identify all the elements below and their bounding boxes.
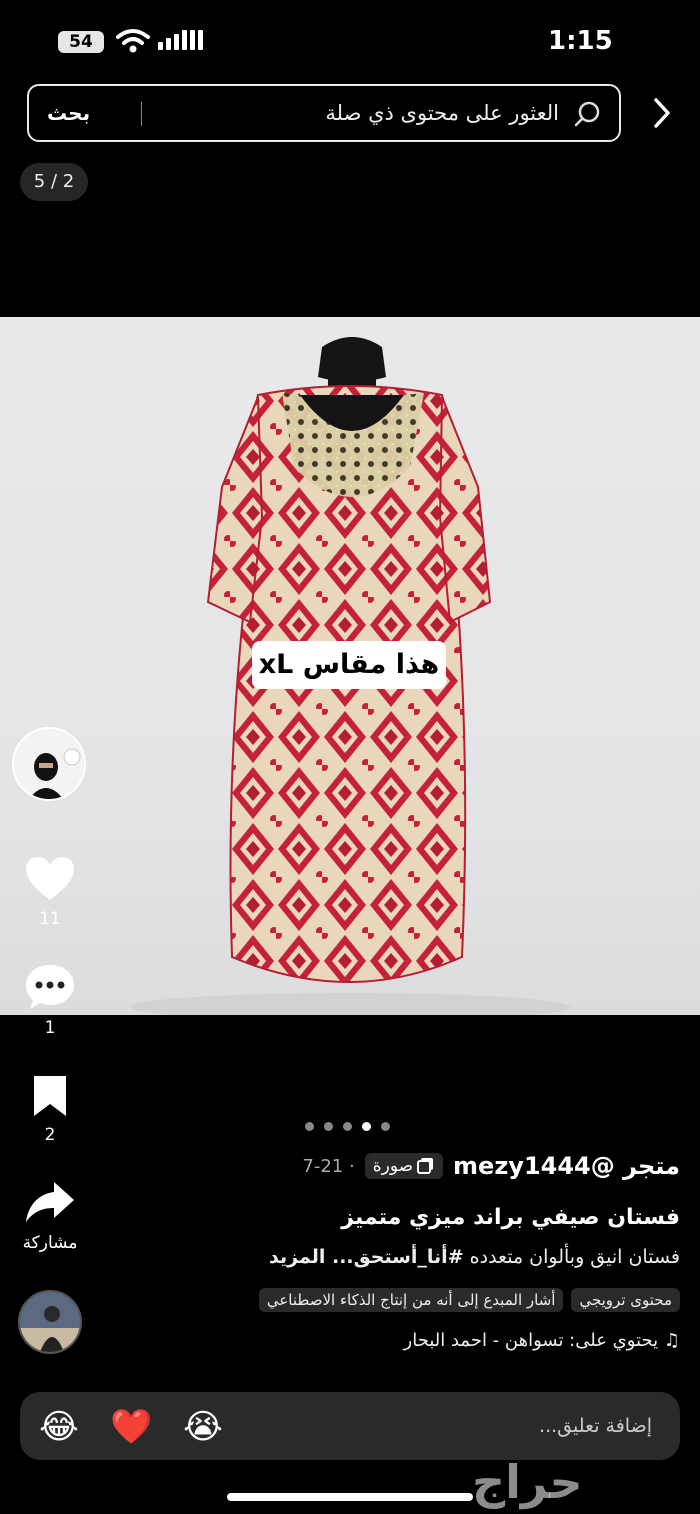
music-note-icon: ♫ [663, 1330, 680, 1351]
music-avatar-image [20, 1292, 80, 1352]
post-tags: محتوى ترويجي أشار المبدع إلى أنه من إنتا… [258, 1288, 680, 1312]
image-counter: 5 / 2 [20, 163, 88, 201]
bookmark-icon[interactable] [30, 1074, 70, 1118]
share-label: مشاركة [22, 1233, 78, 1253]
comment-bar[interactable]: إضافة تعليق... 😂 ❤️ 😭 [20, 1392, 680, 1460]
save-count: 2 [44, 1125, 56, 1145]
search-bar[interactable]: بحث العثور على محتوى ذي صلة [27, 84, 621, 142]
music-info[interactable]: ♫ يحتوي على: تسواهن - احمد البحار [404, 1330, 680, 1351]
heart-icon[interactable] [24, 856, 76, 902]
music-avatar[interactable] [18, 1290, 82, 1354]
more-link[interactable]: ... المزيد [269, 1246, 354, 1268]
post-date: · 7-21 [302, 1155, 355, 1177]
like-action[interactable]: 11 [0, 856, 100, 929]
cellular-signal-icon [158, 30, 203, 50]
hashtag[interactable]: #أنا_أستحق [354, 1246, 464, 1268]
home-indicator[interactable] [227, 1493, 473, 1501]
heart-emoji-icon[interactable]: ❤️ [110, 1406, 152, 1448]
crying-emoji-icon[interactable]: 😭 [182, 1406, 224, 1448]
share-arrow-icon[interactable] [24, 1180, 76, 1226]
description-text: فستان انيق وبألوان متعدده [463, 1246, 680, 1268]
promotional-tag[interactable]: محتوى ترويجي [571, 1288, 680, 1312]
wifi-icon [116, 29, 150, 53]
carousel-dots [305, 1122, 390, 1131]
watermark-logo: حراج [472, 1455, 583, 1509]
laughing-emoji-icon[interactable]: 😂 [38, 1406, 80, 1448]
battery-indicator: 54 [58, 31, 104, 53]
comment-bubble-icon[interactable] [24, 963, 76, 1011]
comment-action[interactable]: 1 [0, 963, 100, 1038]
post-header: متجر @mezy1444 صورة · 7-21 [302, 1152, 680, 1180]
search-divider [141, 102, 142, 126]
creator-avatar[interactable] [12, 727, 86, 801]
username[interactable]: متجر @mezy1444 [453, 1152, 680, 1180]
comment-input[interactable]: إضافة تعليق... [539, 1392, 652, 1460]
clock: 1:15 [548, 26, 613, 56]
content-type-label: صورة [372, 1156, 414, 1176]
search-icon [574, 101, 600, 127]
like-count: 11 [39, 909, 61, 929]
save-action[interactable]: 2 [0, 1074, 100, 1145]
status-bar: 54 1:15 [0, 0, 700, 80]
comment-count: 1 [44, 1018, 56, 1038]
share-action[interactable]: مشاركة [0, 1180, 100, 1253]
product-photo[interactable]: هذا مقاس xL [0, 317, 700, 1015]
forward-chevron-icon[interactable] [650, 96, 674, 130]
search-button[interactable]: بحث [47, 86, 90, 140]
search-input[interactable]: العثور على محتوى ذي صلة [325, 86, 559, 140]
photo-icon [417, 1158, 434, 1174]
ai-generated-tag[interactable]: أشار المبدع إلى أنه من إنتاج الذكاء الاص… [258, 1288, 564, 1312]
content-type-badge: صورة [364, 1153, 444, 1179]
music-text: يحتوي على: تسواهن - احمد البحار [403, 1330, 659, 1351]
post-description[interactable]: فستان انيق وبألوان متعدده #أنا_أستحق... … [269, 1246, 680, 1268]
size-label: هذا مقاس xL [252, 641, 446, 689]
post-title: فستان صيفي براند ميزي متميز [341, 1205, 680, 1230]
